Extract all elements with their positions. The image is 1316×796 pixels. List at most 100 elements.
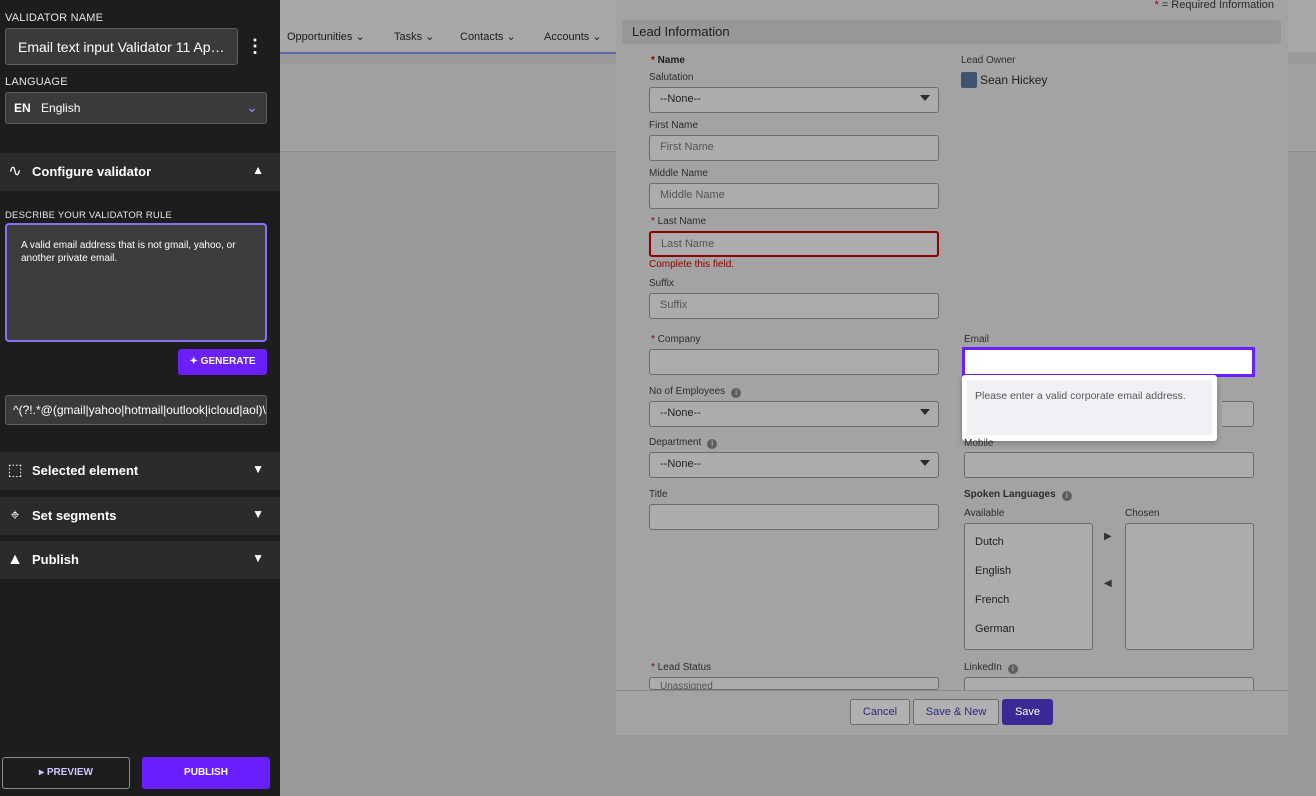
department-select[interactable]: --None-- xyxy=(649,452,939,478)
company-label-text: Company xyxy=(657,334,701,345)
generate-label: GENERATE xyxy=(200,356,256,367)
required-info-text: = Required Information xyxy=(1161,0,1274,11)
lead-owner-name[interactable]: Sean Hickey xyxy=(980,73,1047,87)
lead-status-select[interactable]: Unassigned xyxy=(649,677,939,690)
nav-opportunities[interactable]: Opportunities ⌄ xyxy=(287,30,365,43)
caret-down-icon xyxy=(920,409,930,415)
nav-item-label: Tasks xyxy=(394,31,423,43)
department-label: Department i xyxy=(649,437,718,449)
caret-down-icon xyxy=(920,460,930,466)
language-select[interactable]: EN English ⌄ xyxy=(5,92,267,124)
info-icon[interactable]: i xyxy=(1007,664,1018,674)
set-segments-title: Set segments xyxy=(32,508,117,523)
email-validation-tooltip: Please enter a valid corporate email add… xyxy=(962,375,1217,441)
suffix-input[interactable]: Suffix xyxy=(649,293,939,319)
first-name-label: First Name xyxy=(649,120,698,131)
department-label-text: Department xyxy=(649,437,702,448)
rule-description-textarea[interactable]: A valid email address that is not gmail,… xyxy=(5,223,267,342)
publish-button[interactable]: PUBLISH xyxy=(142,757,270,789)
company-label: * Company xyxy=(651,334,701,345)
rocket-icon: ▲ xyxy=(7,551,23,568)
mobile-label: Mobile xyxy=(964,438,994,449)
validator-name-input[interactable]: Email text input Validator 11 Apr, 11:34 xyxy=(5,28,238,65)
email-tooltip-text: Please enter a valid corporate email add… xyxy=(967,380,1212,435)
employees-select[interactable]: --None-- xyxy=(649,401,939,427)
play-icon: ▸ xyxy=(39,767,47,778)
nav-contacts[interactable]: Contacts ⌄ xyxy=(460,30,516,43)
info-icon[interactable]: i xyxy=(707,439,718,449)
info-icon[interactable]: i xyxy=(1061,491,1072,501)
title-label: Title xyxy=(649,489,668,500)
middle-name-input[interactable]: Middle Name xyxy=(649,183,939,209)
describe-rule-label: DESCRIBE YOUR VALIDATOR RULE xyxy=(5,210,172,221)
move-left-icon[interactable]: ◀ xyxy=(1104,578,1112,589)
info-icon[interactable]: i xyxy=(731,388,742,398)
save-and-new-button[interactable]: Save & New xyxy=(913,699,999,725)
available-label: Available xyxy=(964,508,1005,519)
list-item[interactable]: French xyxy=(975,594,1009,606)
chevron-down-icon: ▼ xyxy=(252,507,264,521)
linkedin-label-text: LinkedIn xyxy=(964,662,1002,673)
mobile-input[interactable] xyxy=(964,452,1254,478)
company-input[interactable] xyxy=(649,349,939,375)
chevron-down-icon: ▼ xyxy=(252,462,264,476)
department-value: --None-- xyxy=(660,458,701,470)
preview-button[interactable]: ▸ PREVIEW xyxy=(2,757,130,789)
nav-accounts[interactable]: Accounts ⌄ xyxy=(544,30,602,43)
more-options-icon[interactable]: ⋮ xyxy=(246,36,264,56)
language-label: LANGUAGE xyxy=(5,76,68,88)
last-name-label-text: Last Name xyxy=(657,216,707,227)
lead-owner-label: Lead Owner xyxy=(961,55,1016,66)
publish-section[interactable]: ▲ Publish ▼ xyxy=(0,541,280,579)
cursor-select-icon: ⬚ xyxy=(7,462,23,479)
middle-name-label: Middle Name xyxy=(649,168,708,179)
section-title: Lead Information xyxy=(622,20,1281,44)
last-name-input[interactable]: Last Name xyxy=(649,231,939,257)
name-label: * Name xyxy=(651,55,685,66)
selected-element-section[interactable]: ⬚ Selected element ▼ xyxy=(0,452,280,490)
employees-label-text: No of Employees xyxy=(649,386,726,397)
regex-input[interactable]: ^(?!.*@(gmail|yahoo|hotmail|outlook|iclo… xyxy=(5,395,267,425)
salutation-value: --None-- xyxy=(660,93,701,105)
nav-underline xyxy=(280,52,616,54)
save-button[interactable]: Save xyxy=(1002,699,1053,725)
move-right-icon[interactable]: ▶ xyxy=(1104,531,1112,542)
avatar xyxy=(961,72,977,88)
last-name-label: * Last Name xyxy=(651,216,707,227)
nav-item-label: Opportunities xyxy=(287,31,353,43)
list-item[interactable]: German xyxy=(975,623,1015,635)
language-value: English xyxy=(41,101,81,115)
linkedin-label: LinkedIn i xyxy=(964,662,1018,674)
sparkle-icon: ✦ xyxy=(189,356,201,367)
email-label: Email xyxy=(964,334,990,345)
spoken-languages-label-text: Spoken Languages xyxy=(964,489,1056,500)
available-languages-list: Dutch English French German xyxy=(964,523,1093,650)
selected-element-title: Selected element xyxy=(32,463,139,478)
linkedin-input[interactable] xyxy=(964,677,1254,690)
generate-button[interactable]: ✦ GENERATE xyxy=(178,349,267,375)
required-star: * xyxy=(1154,0,1162,11)
first-name-input[interactable]: First Name xyxy=(649,135,939,161)
name-label-text: Name xyxy=(657,55,685,66)
salutation-select[interactable]: --None-- xyxy=(649,87,939,113)
preview-label: PREVIEW xyxy=(46,767,93,778)
new-lead-modal: * = Required Information Lead Informatio… xyxy=(616,0,1288,735)
chosen-label: Chosen xyxy=(1125,508,1160,519)
list-item[interactable]: English xyxy=(975,565,1011,577)
set-segments-section[interactable]: ⌖ Set segments ▼ xyxy=(0,497,280,535)
cancel-button[interactable]: Cancel xyxy=(850,699,910,725)
validator-editor-panel: VALIDATOR NAME Email text input Validato… xyxy=(0,0,280,796)
phone-input-edge[interactable] xyxy=(1222,401,1254,427)
list-item[interactable]: Dutch xyxy=(975,536,1004,548)
employees-label: No of Employees i xyxy=(649,386,742,398)
configure-validator-section[interactable]: ∿ Configure validator ▲ xyxy=(0,153,280,191)
lead-status-value: Unassigned xyxy=(660,681,713,690)
email-input[interactable] xyxy=(962,347,1255,377)
nav-tasks[interactable]: Tasks ⌄ xyxy=(394,30,434,43)
title-input[interactable] xyxy=(649,504,939,530)
signature-icon: ∿ xyxy=(8,163,22,180)
validator-name-label: VALIDATOR NAME xyxy=(5,12,104,24)
chevron-down-icon: ▼ xyxy=(252,551,264,565)
configure-validator-title: Configure validator xyxy=(32,164,152,179)
language-code: EN xyxy=(14,101,31,115)
